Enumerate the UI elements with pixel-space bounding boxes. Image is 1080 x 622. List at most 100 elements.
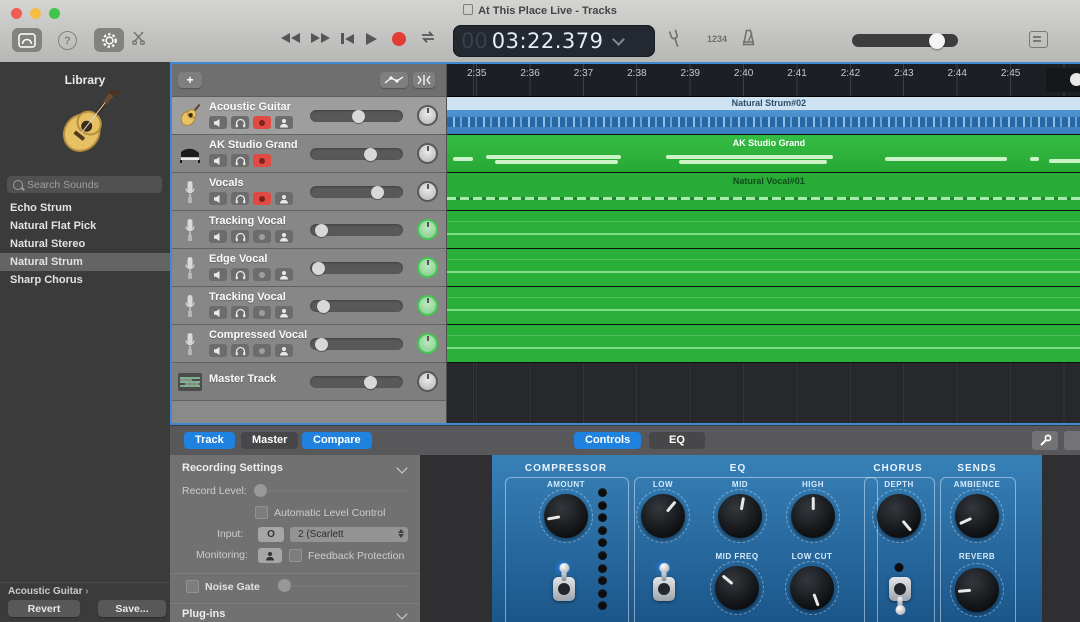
solo-button[interactable] <box>231 268 249 281</box>
stepper-icon[interactable] <box>398 529 404 538</box>
lcd-chevron-down-icon[interactable] <box>612 33 625 46</box>
library-item[interactable]: Sharp Chorus <box>0 271 170 289</box>
solo-button[interactable] <box>231 344 249 357</box>
feedback-checkbox[interactable] <box>289 549 302 562</box>
track-row[interactable]: Acoustic Guitar <box>172 97 446 135</box>
record-enable-button[interactable] <box>253 268 271 281</box>
track-row[interactable]: Vocals <box>172 173 446 211</box>
library-toggle-button[interactable] <box>12 28 42 52</box>
solo-button[interactable] <box>231 154 249 167</box>
library-item[interactable]: Natural Flat Pick <box>0 217 170 235</box>
tuner-button[interactable] <box>666 28 685 55</box>
volume-slider[interactable] <box>310 338 403 350</box>
save-button[interactable]: Save... <box>98 600 166 617</box>
tab-controls[interactable]: Controls <box>574 432 641 449</box>
chevron-down-icon[interactable] <box>396 462 407 473</box>
plugin-settings-button[interactable] <box>1032 431 1058 450</box>
volume-thumb[interactable] <box>317 300 330 313</box>
record-enable-button[interactable] <box>253 306 271 319</box>
region-audio-green[interactable]: Natural Vocal#01 <box>447 173 1080 211</box>
volume-slider[interactable] <box>310 186 403 198</box>
search-sounds-input[interactable]: Search Sounds <box>7 176 162 193</box>
forward-button[interactable] <box>311 33 330 43</box>
revert-button[interactable]: Revert <box>8 600 80 617</box>
mute-button[interactable] <box>209 192 227 205</box>
library-item[interactable]: Natural Stereo <box>0 235 170 253</box>
compressor-switch[interactable] <box>553 577 575 601</box>
master-track-row[interactable]: Master Track <box>172 363 446 401</box>
auto-level-checkbox[interactable] <box>255 506 268 519</box>
pan-knob[interactable] <box>417 181 438 202</box>
low-cut-knob[interactable] <box>785 561 839 615</box>
volume-slider[interactable] <box>310 300 403 312</box>
region-audio-blue[interactable]: Natural Strum#02 <box>447 97 1080 135</box>
volume-slider[interactable] <box>310 110 403 122</box>
go-to-beginning-button[interactable] <box>341 33 354 44</box>
volume-thumb[interactable] <box>352 110 365 123</box>
master-volume-slider[interactable] <box>852 34 958 47</box>
track-row[interactable]: Tracking Vocal <box>172 287 446 325</box>
record-level-thumb[interactable] <box>254 484 267 497</box>
ambience-knob[interactable] <box>950 489 1004 543</box>
master-volume-thumb[interactable] <box>929 33 945 49</box>
region-audio-green[interactable] <box>447 249 1080 287</box>
monitoring-button[interactable] <box>258 548 282 563</box>
time-ruler[interactable]: 2:35 2:36 2:37 2:38 2:39 2:40 2:41 2:42 … <box>447 64 1080 97</box>
region-midi[interactable]: AK Studio Grand <box>447 135 1080 173</box>
pan-knob[interactable] <box>417 295 438 316</box>
input-monitor-button[interactable] <box>275 192 293 205</box>
catch-playhead-button[interactable] <box>413 72 435 88</box>
zoom-slider-knob[interactable] <box>1070 73 1080 86</box>
input-monitor-button[interactable] <box>275 344 293 357</box>
solo-button[interactable] <box>231 116 249 129</box>
lcd-display[interactable]: 00 03:22.379 <box>453 25 655 57</box>
mute-button[interactable] <box>209 116 227 129</box>
reverb-knob[interactable] <box>950 563 1004 617</box>
add-track-button[interactable]: + <box>178 72 202 88</box>
noise-gate-slider[interactable] <box>290 585 408 587</box>
region-audio-green[interactable] <box>447 287 1080 325</box>
editors-scissors-icon[interactable] <box>132 31 145 50</box>
library-item[interactable]: Echo Strum <box>0 199 170 217</box>
region-audio-green[interactable] <box>447 325 1080 363</box>
input-monitor-button[interactable] <box>275 230 293 243</box>
solo-button[interactable] <box>231 306 249 319</box>
zoom-slider[interactable] <box>1046 68 1080 92</box>
volume-thumb[interactable] <box>315 338 328 351</box>
depth-knob[interactable] <box>872 489 926 543</box>
eq-switch[interactable] <box>653 577 675 601</box>
mute-button[interactable] <box>209 154 227 167</box>
solo-button[interactable] <box>231 230 249 243</box>
region-audio-green[interactable] <box>447 211 1080 249</box>
metronome-button[interactable] <box>741 29 756 51</box>
track-row[interactable]: AK Studio Grand <box>172 135 446 173</box>
panel-edge-button[interactable] <box>1064 431 1080 450</box>
volume-thumb[interactable] <box>364 148 377 161</box>
library-item-selected[interactable]: Natural Strum <box>0 253 170 271</box>
pan-knob[interactable] <box>417 143 438 164</box>
mute-button[interactable] <box>209 344 227 357</box>
record-enable-button[interactable] <box>253 192 271 205</box>
automation-button[interactable] <box>380 72 408 88</box>
rewind-button[interactable] <box>281 33 300 43</box>
record-enable-button[interactable] <box>253 154 271 167</box>
plugins-header[interactable]: Plug-ins <box>182 608 225 620</box>
recording-settings-header[interactable]: Recording Settings <box>182 462 283 474</box>
input-monitor-button[interactable] <box>275 116 293 129</box>
volume-thumb[interactable] <box>364 376 377 389</box>
record-enable-button[interactable] <box>253 230 271 243</box>
display-icon[interactable] <box>1029 31 1048 48</box>
mute-button[interactable] <box>209 230 227 243</box>
high-knob[interactable] <box>786 489 840 543</box>
quick-help-button[interactable]: ? <box>58 31 77 50</box>
record-level-slider[interactable] <box>268 490 408 492</box>
input-monitor-button[interactable] <box>275 306 293 319</box>
input-format-button[interactable]: O <box>258 527 284 542</box>
mute-button[interactable] <box>209 268 227 281</box>
mid-knob[interactable] <box>713 489 767 543</box>
mid-freq-knob[interactable] <box>710 561 764 615</box>
volume-slider[interactable] <box>310 224 403 236</box>
track-row[interactable]: Compressed Vocal <box>172 325 446 363</box>
pan-knob[interactable] <box>417 371 438 392</box>
pan-knob[interactable] <box>417 219 438 240</box>
